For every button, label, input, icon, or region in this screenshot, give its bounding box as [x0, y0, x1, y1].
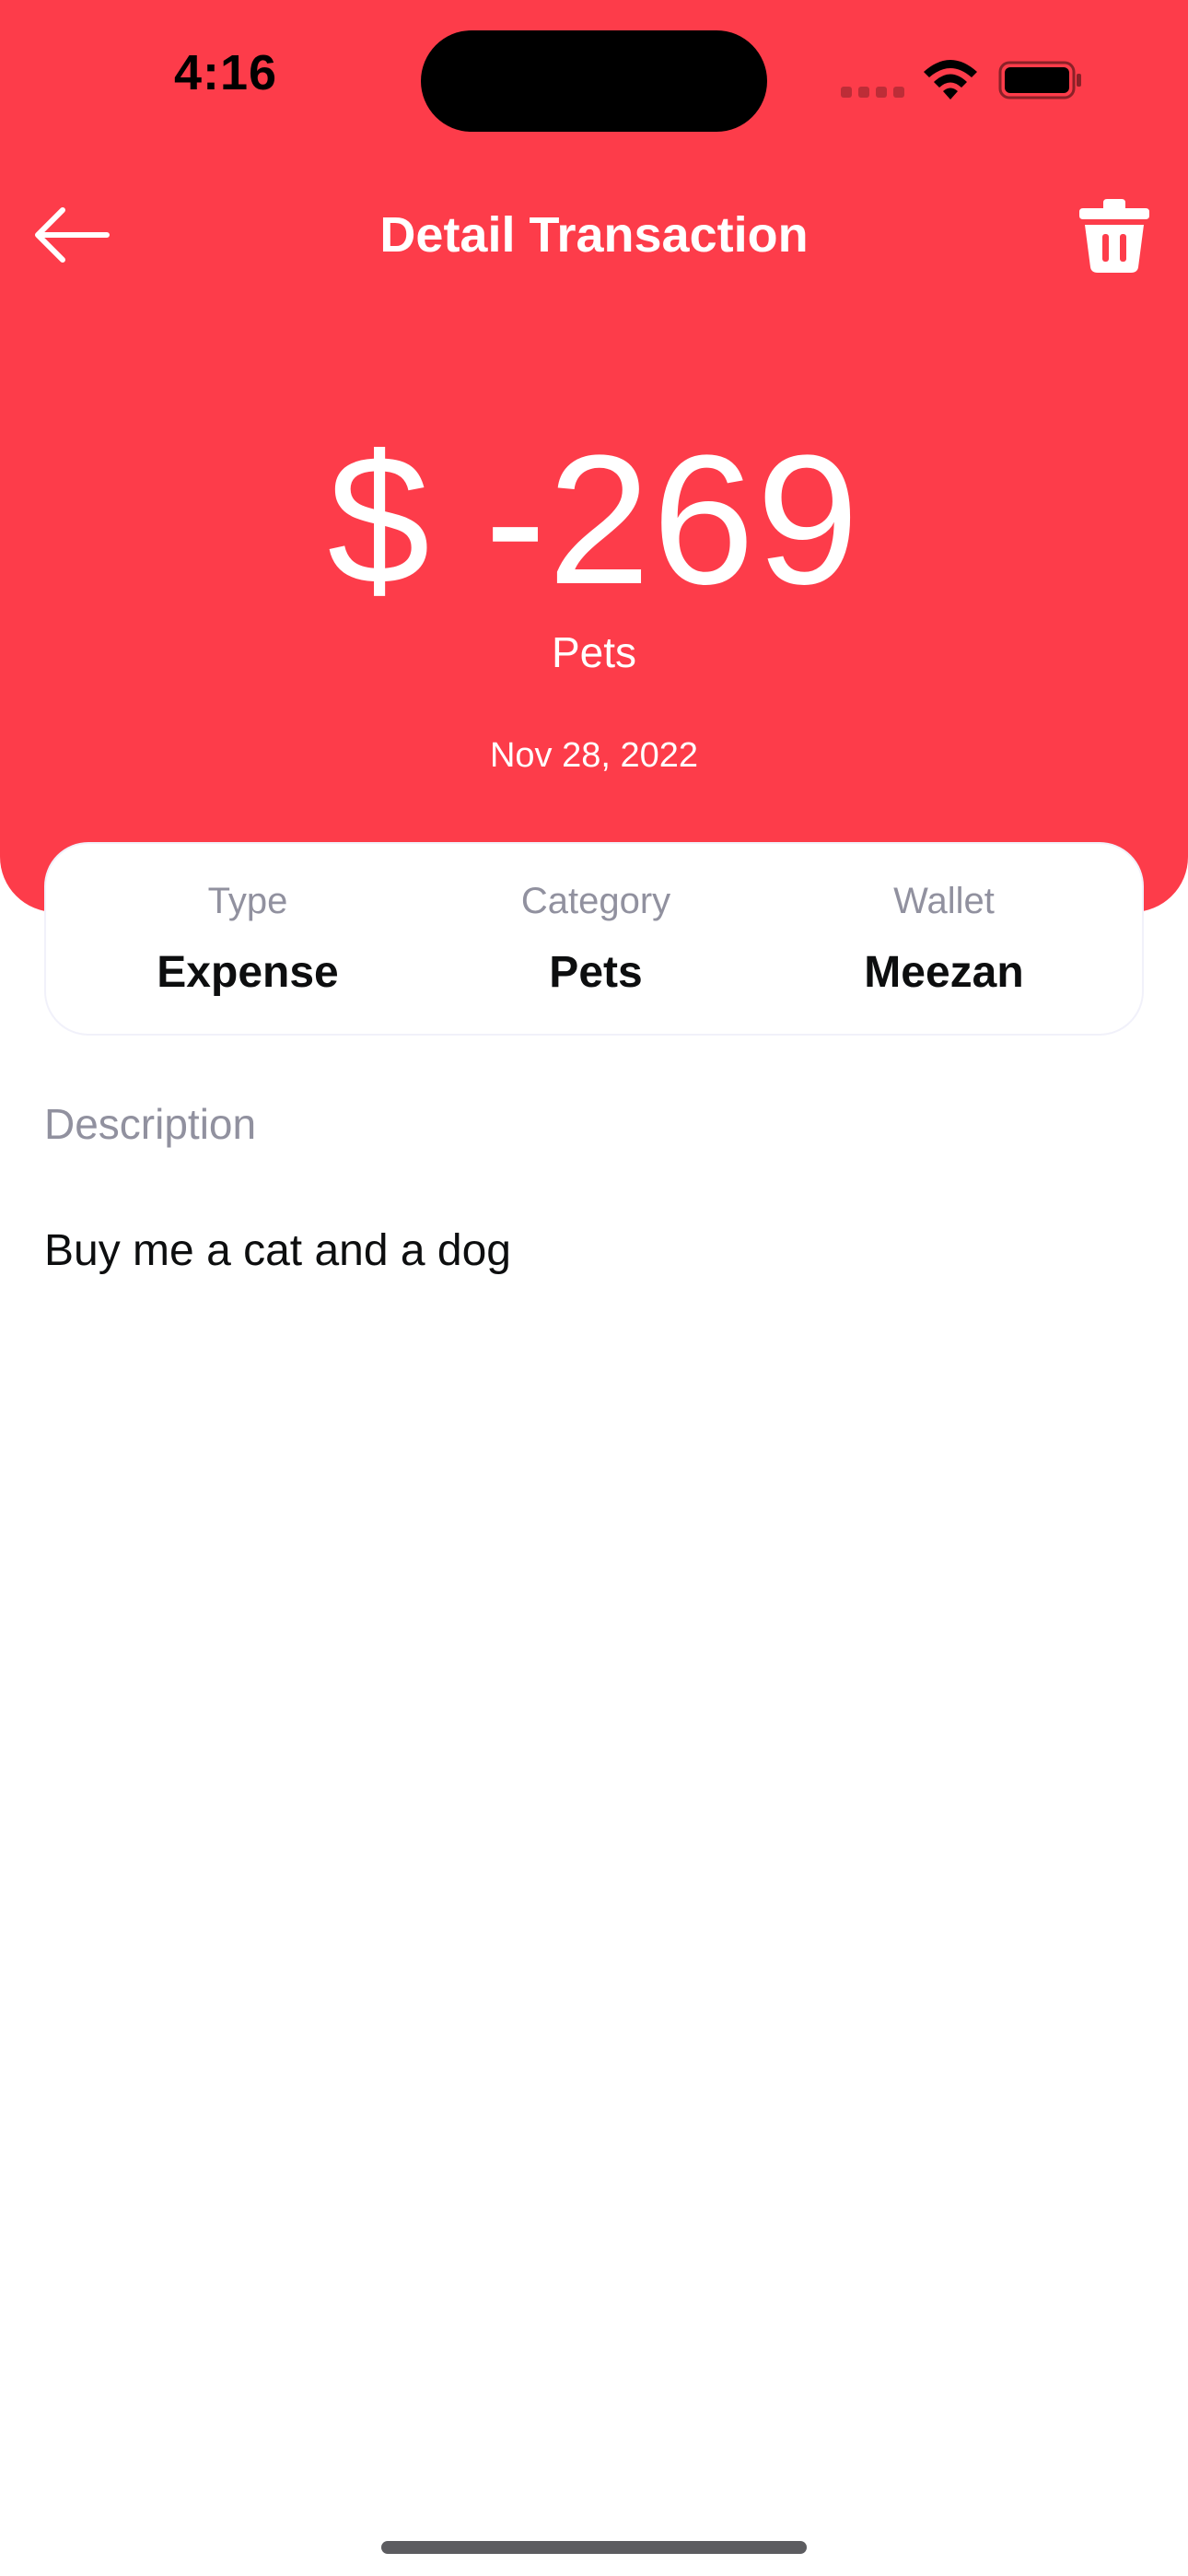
description-text: Buy me a cat and a dog	[44, 1226, 511, 1275]
page-title: Detail Transaction	[379, 207, 809, 263]
back-arrow-icon[interactable]	[33, 205, 112, 265]
description-label: Description	[44, 1100, 257, 1148]
trash-icon[interactable]	[1077, 197, 1151, 275]
info-wallet: Wallet Meezan	[760, 877, 1128, 1001]
transaction-detail-screen: 4:16 Detail Transaction $ -269 Pets Nov …	[0, 0, 1188, 2576]
wallet-value: Meezan	[864, 948, 1024, 997]
info-type: Type Expense	[64, 877, 432, 1001]
type-value: Expense	[157, 948, 339, 997]
wallet-label: Wallet	[893, 881, 995, 921]
wifi-icon	[924, 60, 977, 100]
transaction-category: Pets	[551, 628, 637, 676]
status-time: 4:16	[173, 45, 278, 100]
type-label: Type	[207, 881, 288, 921]
transaction-info-card: Type Expense Category Pets Wallet Meezan	[44, 842, 1144, 1036]
transaction-date: Nov 28, 2022	[489, 736, 699, 775]
transaction-amount: $ -269	[327, 417, 861, 623]
home-indicator[interactable]	[381, 2541, 807, 2554]
dynamic-island	[421, 30, 767, 132]
category-value: Pets	[549, 948, 643, 997]
battery-icon	[998, 61, 1081, 100]
status-bar: 4:16	[0, 0, 1188, 157]
category-label: Category	[520, 881, 671, 921]
transaction-header: 4:16 Detail Transaction $ -269 Pets Nov …	[0, 0, 1188, 912]
cellular-signal-icon	[841, 87, 905, 100]
info-category: Category Pets	[412, 877, 780, 1001]
